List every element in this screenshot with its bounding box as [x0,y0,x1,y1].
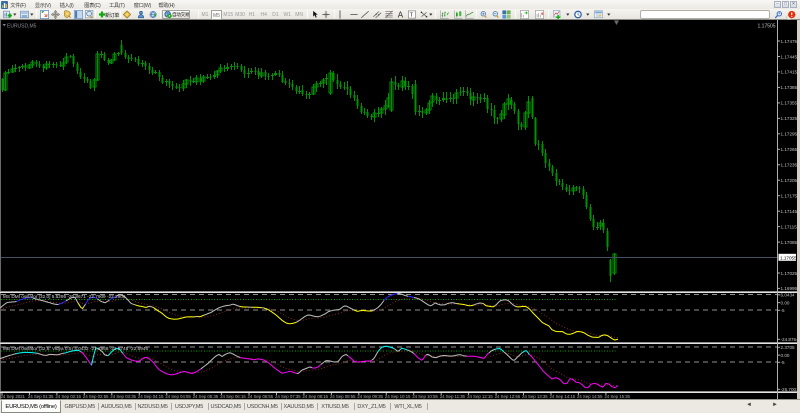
svg-text:1.17505: 1.17505 [758,23,776,29]
svg-text:1.17115: 1.17115 [781,224,798,229]
svg-text:0.00: 0.00 [781,353,790,358]
svg-text:1.17295: 1.17295 [781,132,798,137]
svg-text:-5: -5 [781,308,786,313]
svg-text:1.17445: 1.17445 [781,54,798,59]
svg-text:1.17355: 1.17355 [781,101,798,106]
svg-text:1.17475: 1.17475 [781,39,798,44]
svg-text:1.17265: 1.17265 [781,147,798,152]
svg-text:1.17085: 1.17085 [781,240,798,245]
svg-text:1.17145: 1.17145 [781,209,798,214]
svg-text:2.3705: 2.3705 [781,345,795,350]
svg-text:-5: -5 [781,360,786,365]
svg-text:MB DMI osillator (32,6: Vidya: MB DMI osillator (32,6: Vidya 0.5) 4.043… [3,346,148,351]
svg-text:1.17205: 1.17205 [781,178,798,183]
svg-text:-25.7001: -25.7001 [781,387,800,392]
svg-text:1.17175: 1.17175 [781,194,798,199]
svg-text:1.17025: 1.17025 [781,271,798,276]
svg-text:1.17325: 1.17325 [781,116,798,121]
svg-text:6.0434: 6.0434 [781,293,795,298]
svg-text:A: A [397,11,403,20]
svg-text:1.16995: 1.16995 [781,286,798,291]
svg-text:1.17385: 1.17385 [781,85,798,90]
svg-text:1.17055: 1.17055 [780,256,797,261]
svg-text:1.17235: 1.17235 [781,163,798,168]
svg-text:0.00: 0.00 [781,300,790,305]
svg-text:EURUSD,M5: EURUSD,M5 [7,23,37,29]
svg-text:-24.8764: -24.8764 [781,337,800,342]
svg-text:MS DMI osillator [32,0] 5.5295: MS DMI osillator [32,0] 5.5295 -20.8671 … [3,294,126,299]
svg-text:T: T [409,13,413,19]
svg-text:1.17415: 1.17415 [781,70,798,75]
